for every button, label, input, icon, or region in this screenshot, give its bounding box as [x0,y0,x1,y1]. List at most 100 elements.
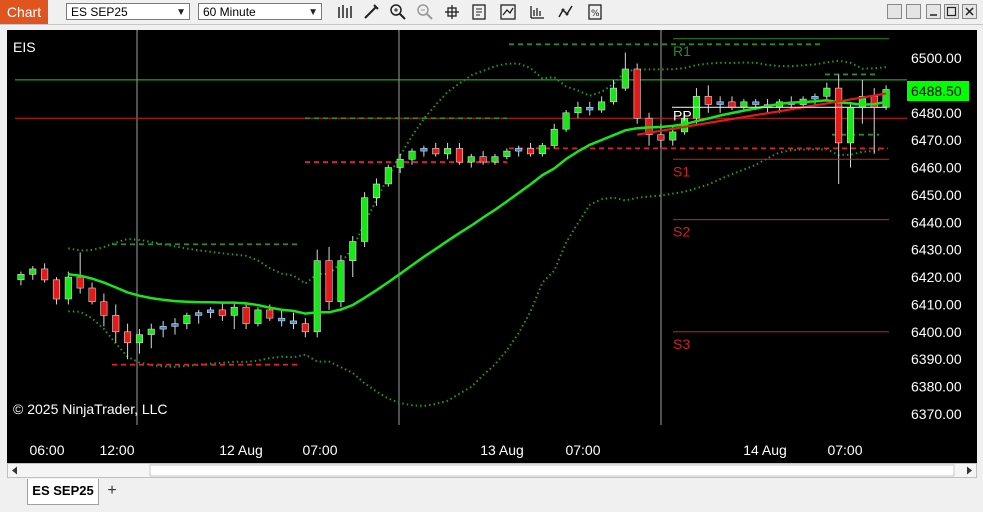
horizontal-scrollbar[interactable] [7,463,977,478]
candle [503,148,511,160]
candle-body [621,68,629,89]
candle-body [550,128,558,146]
x-tick-label: 13 Aug [480,442,524,458]
candle-body [254,309,262,324]
candle [254,307,262,327]
candle-body [882,89,890,108]
candle [230,301,238,330]
interval-value: 60 Minute [203,5,256,19]
candle [728,96,736,111]
candle-body [124,331,132,344]
candle [716,96,724,113]
candle [372,178,381,206]
toolbar: Chart ES SEP25 ▼ 60 Minute ▼ % [0,0,983,25]
candle-body [361,197,369,242]
tab-es-sep25[interactable]: ES SEP25 [27,479,99,505]
collapse-icon[interactable] [906,4,921,19]
candle-body [159,326,167,330]
x-tick-label: 12:00 [99,442,134,458]
candle-body [337,260,345,303]
chart-instrument-label: EIS [13,39,36,55]
candle-body [41,268,49,281]
y-tick-label: 6380.00 [911,379,962,395]
candle-body [515,148,523,152]
candle-body [135,334,143,344]
candle [882,85,890,111]
candle [846,101,855,168]
data-box-icon[interactable]: % [585,2,605,22]
candle-body [218,309,226,316]
add-tab-button[interactable]: + [103,482,121,500]
close-icon[interactable] [962,4,977,19]
properties-icon[interactable] [469,2,489,22]
y-tick-label: 6410.00 [911,297,962,313]
candle [242,304,250,330]
x-tick-label: 07:00 [565,442,600,458]
candle [88,282,96,305]
candle [52,277,61,305]
candle-body [811,96,819,100]
candle-body [396,159,404,168]
candle [443,142,452,160]
candle-body [633,68,641,119]
candle [100,293,108,327]
maximize-icon[interactable] [944,4,959,19]
indicator-icon[interactable] [527,2,547,22]
price-chart[interactable]: 6500.006490.006480.006470.006460.006450.… [7,30,977,463]
candle-body [835,87,843,144]
candle [361,192,369,247]
candle-body [301,323,309,333]
candle [17,271,25,286]
candle-body [29,268,37,275]
candle-body [669,131,677,141]
bars-icon[interactable] [334,2,354,22]
candle [159,320,167,338]
crosshair-icon[interactable] [442,2,462,22]
candle-body [17,274,25,281]
candle [76,252,84,294]
x-tick-label: 07:00 [827,442,862,458]
candle [64,271,72,305]
analysis-icon[interactable] [556,2,576,22]
strategy-icon[interactable] [498,2,518,22]
pivot-label-pp: PP [673,108,692,124]
draw-icon[interactable] [361,2,381,22]
candle-body [526,148,535,155]
candle [384,164,392,187]
candle [301,318,309,338]
candle-body [609,87,618,103]
chart-canvas[interactable]: 6500.006490.006480.006470.006460.006450.… [7,30,977,463]
candle-body [242,306,250,324]
bollinger-upper-line [68,59,887,285]
candle-body [313,260,321,333]
candle-body [52,279,61,300]
chart-window: Chart ES SEP25 ▼ 60 Minute ▼ % 6500.00 6… [0,0,983,512]
candle [207,307,215,319]
candle [112,304,120,343]
scroll-left-icon [12,466,17,475]
chart-menu-button[interactable]: Chart [0,0,48,24]
candle-body [823,87,831,97]
zoom-out-icon[interactable] [415,2,435,22]
candle-body [64,276,72,300]
candle [289,312,298,330]
candle-body [171,323,179,327]
candle [870,88,878,154]
y-tick-label: 6470.00 [911,132,962,148]
candle [574,101,582,119]
candle [183,312,191,330]
candle-body [598,101,606,111]
minimize-icon[interactable] [926,4,941,19]
candle-body [372,183,381,198]
instrument-selector[interactable]: ES SEP25 ▼ [66,3,190,20]
zoom-in-icon[interactable] [388,2,408,22]
candle [645,112,653,146]
candle-body [503,150,511,157]
pivot-label-r1: R1 [673,43,691,59]
x-tick-label: 07:00 [302,442,337,458]
interval-selector[interactable]: 60 Minute ▼ [198,3,322,20]
candle-body [704,96,712,105]
candle [420,145,428,157]
restore-icon[interactable] [887,4,902,19]
chevron-down-icon: ▼ [176,7,186,18]
